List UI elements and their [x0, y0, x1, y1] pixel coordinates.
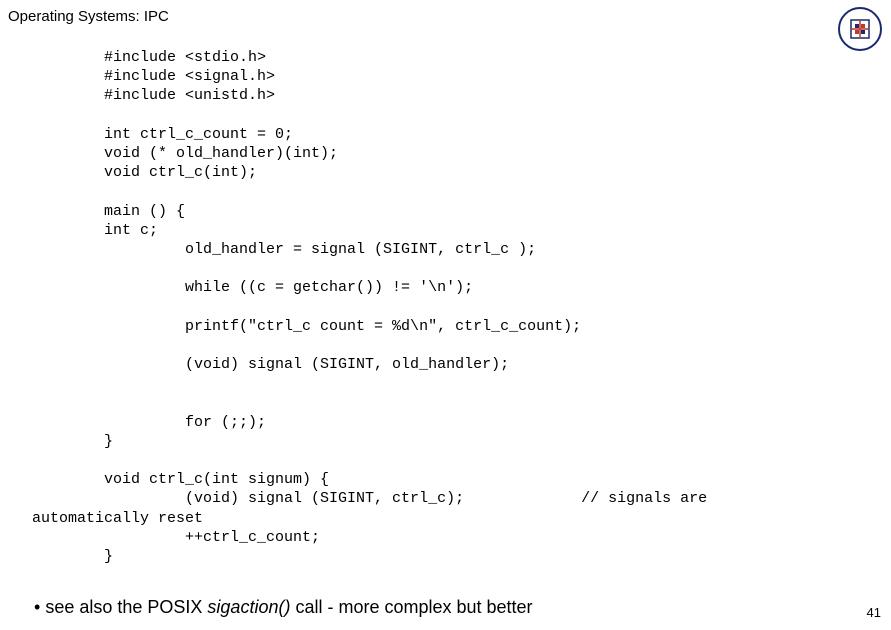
- footer-bullet: • see also the POSIX sigaction() call - …: [34, 597, 533, 618]
- university-crest-icon: [837, 6, 883, 52]
- code-line: #include <unistd.h>: [32, 87, 275, 104]
- slide-title: Operating Systems: IPC: [8, 8, 169, 25]
- footer-text-suffix: call - more complex but better: [290, 597, 532, 617]
- code-line: (void) signal (SIGINT, ctrl_c); // signa…: [32, 490, 707, 507]
- code-line: #include <signal.h>: [32, 68, 275, 85]
- code-line: }: [32, 548, 113, 565]
- code-listing: #include <stdio.h> #include <signal.h> #…: [32, 48, 871, 566]
- footer-text-italic: sigaction(): [207, 597, 290, 617]
- code-line: void ctrl_c(int);: [32, 164, 257, 181]
- bullet-icon: •: [34, 597, 40, 617]
- code-line: #include <stdio.h>: [32, 49, 266, 66]
- code-line: automatically reset: [32, 510, 203, 527]
- code-line: void ctrl_c(int signum) {: [32, 471, 329, 488]
- page-number: 41: [867, 605, 881, 620]
- code-line: printf("ctrl_c count = %d\n", ctrl_c_cou…: [32, 318, 581, 335]
- code-line: int c;: [32, 222, 158, 239]
- footer-text-prefix: see also the POSIX: [45, 597, 207, 617]
- slide-header: Operating Systems: IPC: [8, 8, 169, 25]
- code-line: ++ctrl_c_count;: [32, 529, 320, 546]
- code-line: main () {: [32, 203, 185, 220]
- code-line: void (* old_handler)(int);: [32, 145, 338, 162]
- code-line: (void) signal (SIGINT, old_handler);: [32, 356, 509, 373]
- code-line: int ctrl_c_count = 0;: [32, 126, 293, 143]
- code-line: while ((c = getchar()) != '\n');: [32, 279, 473, 296]
- code-line: }: [32, 433, 113, 450]
- code-line: for (;;);: [32, 414, 266, 431]
- code-line: old_handler = signal (SIGINT, ctrl_c );: [32, 241, 536, 258]
